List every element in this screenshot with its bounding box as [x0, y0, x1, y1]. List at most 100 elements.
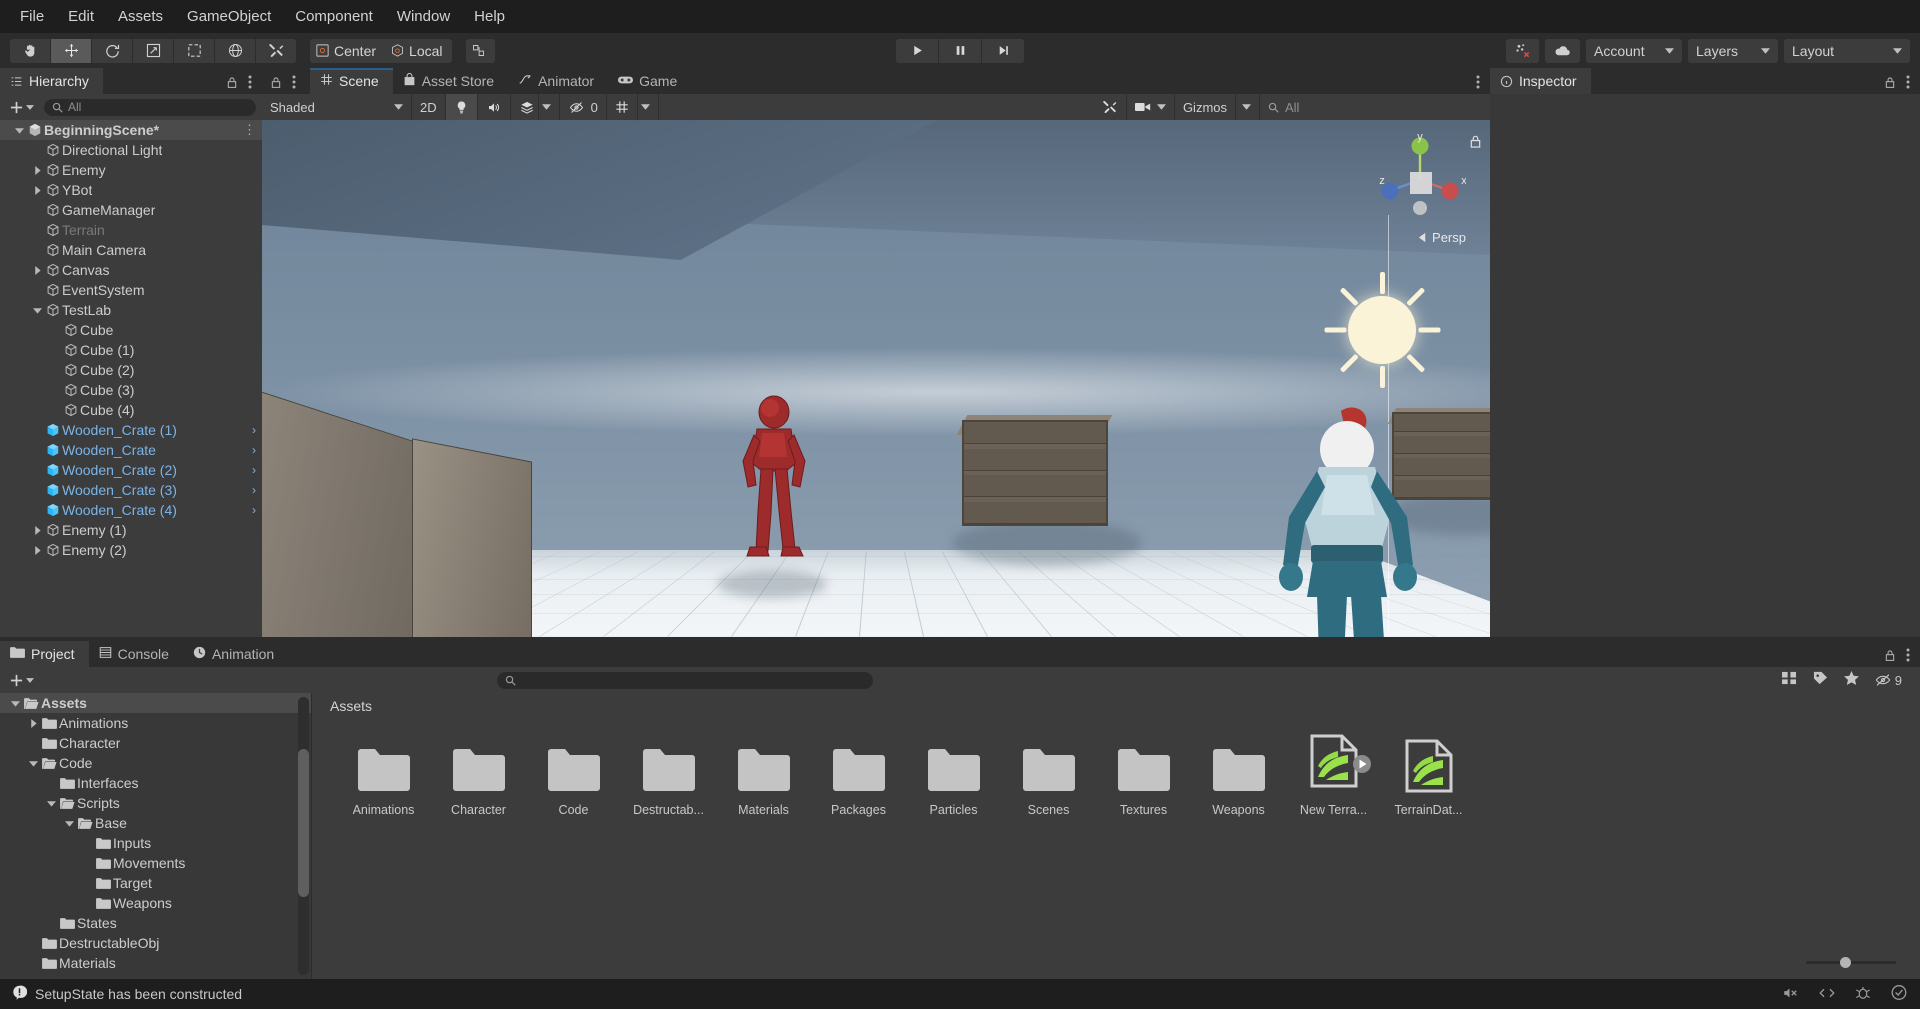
scene-options-menu-icon[interactable] [1476, 75, 1480, 94]
bug-reporter-icon[interactable] [1854, 985, 1872, 1004]
asset-item[interactable]: Code [526, 736, 621, 817]
project-tree-item[interactable]: Animations [0, 713, 311, 733]
disclosure-triangle[interactable] [62, 820, 76, 827]
hierarchy-item[interactable]: Wooden_Crate (3) › [0, 480, 262, 500]
hierarchy-item[interactable]: TestLab [0, 300, 262, 320]
create-gameobject-button[interactable] [6, 101, 38, 114]
scene-camera-dropdown[interactable] [1127, 94, 1175, 120]
project-tree-scrollbar[interactable] [298, 697, 309, 975]
hidden-packages-indicator[interactable]: 9 [1875, 673, 1902, 688]
project-menu-icon[interactable] [1906, 648, 1910, 667]
project-tree-item[interactable]: States [0, 913, 311, 933]
asset-item[interactable]: Scenes [1001, 736, 1096, 817]
prefab-open-chevron[interactable]: › [252, 443, 256, 457]
collab-button[interactable] [1506, 38, 1539, 63]
project-tree-item[interactable]: Weapons [0, 893, 311, 913]
tab-hierarchy[interactable]: Hierarchy [0, 68, 103, 94]
disclosure-triangle[interactable] [12, 127, 26, 134]
hierarchy-item[interactable]: Wooden_Crate (1) › [0, 420, 262, 440]
hierarchy-item[interactable]: Cube [0, 320, 262, 340]
asset-item[interactable]: New Terra... [1286, 734, 1381, 817]
gizmos-dropdown[interactable]: Gizmos [1175, 94, 1236, 120]
asset-grid-area[interactable]: Animations Character Code Destructab... Mate… [312, 718, 1920, 945]
disclosure-triangle[interactable] [30, 525, 44, 535]
hierarchy-item[interactable]: Enemy (1) [0, 520, 262, 540]
tab-asset-store[interactable]: Asset Store [393, 68, 508, 94]
menu-item-edit[interactable]: Edit [56, 5, 106, 28]
check-status-icon[interactable] [1890, 984, 1908, 1004]
account-dropdown[interactable]: Account [1586, 38, 1682, 63]
snap-settings-button[interactable] [465, 38, 495, 63]
menu-item-file[interactable]: File [8, 5, 56, 28]
hierarchy-tree[interactable]: BeginningScene* ⋮ Directional Light Enemy YB… [0, 120, 262, 637]
prefab-open-chevron[interactable]: › [252, 423, 256, 437]
disclosure-triangle[interactable] [44, 800, 58, 807]
pause-button[interactable] [939, 38, 981, 63]
disclosure-triangle[interactable] [30, 265, 44, 275]
project-tree-item[interactable]: Character [0, 733, 311, 753]
lock-icon[interactable] [1884, 76, 1896, 94]
scene-fx-dropdown[interactable] [539, 94, 560, 120]
enemy-character-red[interactable] [717, 395, 832, 585]
tab-inspector[interactable]: Inspector [1490, 68, 1591, 94]
rotation-mode-button[interactable]: Local [385, 38, 452, 63]
scene-grid-button[interactable] [607, 94, 638, 120]
mute-audio-icon[interactable] [1782, 985, 1800, 1004]
menu-item-help[interactable]: Help [462, 5, 517, 28]
tab-console[interactable]: Console [89, 641, 183, 667]
project-tree-item[interactable]: Assets [0, 693, 311, 713]
tab-animator[interactable]: Animator [508, 68, 608, 94]
hierarchy-item[interactable]: Main Camera [0, 240, 262, 260]
draw-mode-dropdown[interactable]: Shaded [262, 94, 412, 120]
rect-tool-button[interactable] [174, 38, 214, 63]
gizmos-dropdown-arrow[interactable] [1236, 94, 1260, 120]
menu-item-gameobject[interactable]: GameObject [175, 5, 283, 28]
tab-game[interactable]: Game [608, 68, 691, 94]
wooden-crate-1[interactable] [962, 420, 1108, 526]
project-tree-item[interactable]: Scripts [0, 793, 311, 813]
project-tree-item[interactable]: Inputs [0, 833, 311, 853]
scene-menu-icon[interactable] [292, 75, 296, 94]
create-asset-button[interactable] [6, 674, 38, 687]
project-tree-item[interactable]: Interfaces [0, 773, 311, 793]
layout-dropdown[interactable]: Layout [1784, 38, 1910, 63]
disclosure-triangle[interactable] [26, 718, 40, 728]
hierarchy-item[interactable]: GameManager [0, 200, 262, 220]
asset-item[interactable]: Character [431, 736, 526, 817]
search-by-type-icon[interactable] [1781, 671, 1797, 690]
hierarchy-item[interactable]: Wooden_Crate (4) › [0, 500, 262, 520]
project-tree-item[interactable]: Movements [0, 853, 311, 873]
prefab-open-chevron[interactable]: › [252, 483, 256, 497]
menu-item-component[interactable]: Component [283, 5, 385, 28]
scene-projection-label[interactable]: Persp [1417, 230, 1466, 245]
project-tree-item[interactable]: Materials [0, 953, 311, 973]
cloud-button[interactable] [1545, 38, 1580, 63]
scene-search-input[interactable]: All [1260, 94, 1490, 120]
lock-icon[interactable] [1884, 649, 1896, 667]
hierarchy-item[interactable]: Enemy (2) [0, 540, 262, 560]
player-character-blue[interactable] [1247, 405, 1447, 637]
rotate-tool-button[interactable] [92, 38, 132, 63]
scene-fx-button[interactable] [511, 94, 539, 120]
project-tree-item[interactable]: Target [0, 873, 311, 893]
custom-tool-button[interactable] [256, 38, 296, 63]
asset-item[interactable]: TerrainDat... [1381, 736, 1476, 817]
hierarchy-item[interactable]: Canvas [0, 260, 262, 280]
disclosure-triangle[interactable] [30, 165, 44, 175]
hierarchy-search-input[interactable]: All [44, 98, 256, 116]
hierarchy-row-menu-icon[interactable]: ⋮ [243, 122, 256, 138]
hand-tool-button[interactable] [10, 38, 50, 63]
disclosure-triangle[interactable] [26, 760, 40, 767]
asset-item[interactable]: Animations [336, 736, 431, 817]
hierarchy-item[interactable]: BeginningScene* ⋮ [0, 120, 262, 140]
inspector-menu-icon[interactable] [1906, 75, 1910, 94]
project-folder-tree[interactable]: Assets Animations Character Code Interfaces S… [0, 693, 312, 979]
tab-animation[interactable]: Animation [183, 641, 288, 667]
pivot-mode-button[interactable]: Center [310, 38, 386, 63]
project-tree-item[interactable]: Base [0, 813, 311, 833]
hierarchy-menu-icon[interactable] [248, 75, 252, 94]
scale-tool-button[interactable] [133, 38, 173, 63]
disclosure-triangle[interactable] [30, 307, 44, 314]
asset-zoom-knob[interactable] [1840, 956, 1851, 968]
scene-viewport[interactable]: y x z Persp [262, 120, 1490, 637]
